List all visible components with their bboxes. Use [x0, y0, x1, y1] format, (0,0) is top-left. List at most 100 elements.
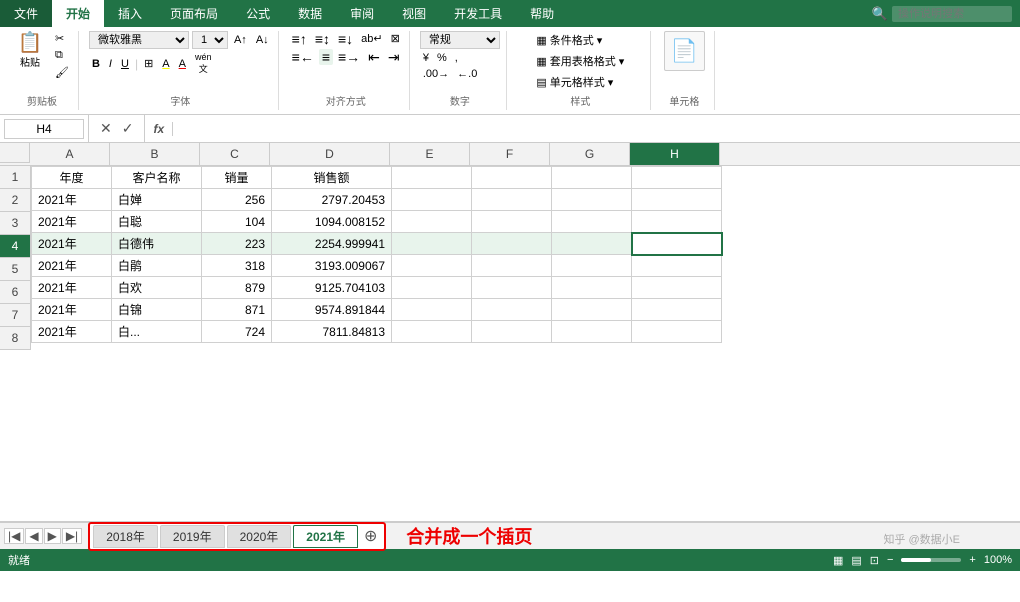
- tab-layout[interactable]: 页面布局: [156, 0, 232, 27]
- row-header-1[interactable]: 1: [0, 166, 30, 189]
- cell-C7[interactable]: 871: [202, 299, 272, 321]
- cell-C6[interactable]: 879: [202, 277, 272, 299]
- sheet-nav-prev[interactable]: ◀: [25, 528, 42, 544]
- cell-G3[interactable]: [552, 211, 632, 233]
- cell-D8[interactable]: 7811.84813: [272, 321, 392, 343]
- sheet-tab-2020[interactable]: 2020年: [227, 525, 292, 548]
- align-bottom-button[interactable]: ≡↓: [335, 31, 356, 47]
- font-name-select[interactable]: 微软雅黑: [89, 31, 189, 49]
- cell-G4[interactable]: [552, 233, 632, 255]
- cut-button[interactable]: ✂: [52, 31, 72, 46]
- cell-A6[interactable]: 2021年: [32, 277, 112, 299]
- cell-D5[interactable]: 3193.009067: [272, 255, 392, 277]
- cell-C4[interactable]: 223: [202, 233, 272, 255]
- view-normal-icon[interactable]: ▦: [833, 554, 843, 567]
- tab-file[interactable]: 文件: [0, 0, 52, 27]
- border-button[interactable]: ⊞: [141, 56, 156, 71]
- cell-E6[interactable]: [392, 277, 472, 299]
- cell-A5[interactable]: 2021年: [32, 255, 112, 277]
- wen-button[interactable]: wén文: [192, 51, 215, 76]
- row-header-7[interactable]: 7: [0, 304, 30, 327]
- cell-A7[interactable]: 2021年: [32, 299, 112, 321]
- cell-F8[interactable]: [472, 321, 552, 343]
- cell-D6[interactable]: 9125.704103: [272, 277, 392, 299]
- tab-view[interactable]: 视图: [388, 0, 440, 27]
- cell-G5[interactable]: [552, 255, 632, 277]
- underline-button[interactable]: U: [118, 57, 132, 71]
- cell-A8[interactable]: 2021年: [32, 321, 112, 343]
- tab-help[interactable]: 帮助: [516, 0, 568, 27]
- cell-B1[interactable]: 客户名称: [112, 167, 202, 189]
- cell-button[interactable]: 📄: [664, 31, 705, 71]
- cell-C1[interactable]: 销量: [202, 167, 272, 189]
- col-header-B[interactable]: B: [110, 143, 200, 165]
- number-format-select[interactable]: 常规: [420, 31, 500, 49]
- cell-C2[interactable]: 256: [202, 189, 272, 211]
- cell-G8[interactable]: [552, 321, 632, 343]
- wrap-text-button[interactable]: ab↵: [358, 31, 385, 47]
- conditional-format-button[interactable]: ▦ 条件格式 ▾: [533, 31, 627, 49]
- align-center-button[interactable]: ≡: [319, 49, 333, 65]
- view-layout-icon[interactable]: ▤: [851, 554, 861, 567]
- tab-review[interactable]: 审阅: [336, 0, 388, 27]
- cell-H4[interactable]: [632, 233, 722, 255]
- copy-button[interactable]: ⧉: [52, 48, 72, 63]
- cancel-formula-icon[interactable]: ✕: [97, 119, 115, 138]
- cell-G1[interactable]: [552, 167, 632, 189]
- increase-decimal-button[interactable]: .00→: [420, 67, 452, 81]
- confirm-formula-icon[interactable]: ✓: [119, 119, 137, 138]
- cell-D2[interactable]: 2797.20453: [272, 189, 392, 211]
- cell-H5[interactable]: [632, 255, 722, 277]
- row-header-2[interactable]: 2: [0, 189, 30, 212]
- indent-increase-button[interactable]: ⇥: [385, 49, 403, 65]
- align-left-button[interactable]: ≡←: [289, 49, 317, 65]
- col-header-G[interactable]: G: [550, 143, 630, 165]
- align-top-button[interactable]: ≡↑: [289, 31, 310, 47]
- cell-B5[interactable]: 白鹃: [112, 255, 202, 277]
- cell-H6[interactable]: [632, 277, 722, 299]
- tab-insert[interactable]: 插入: [104, 0, 156, 27]
- cell-B8[interactable]: 白...: [112, 321, 202, 343]
- cell-C5[interactable]: 318: [202, 255, 272, 277]
- italic-button[interactable]: I: [106, 57, 115, 71]
- decrease-decimal-button[interactable]: ←.0: [454, 67, 480, 81]
- sheet-nav-next[interactable]: ▶: [44, 528, 61, 544]
- view-page-icon[interactable]: ⊡: [870, 554, 879, 567]
- cell-C8[interactable]: 724: [202, 321, 272, 343]
- cell-D7[interactable]: 9574.891844: [272, 299, 392, 321]
- currency-button[interactable]: ¥: [420, 51, 432, 65]
- fill-color-button[interactable]: A: [159, 57, 172, 71]
- cell-E1[interactable]: [392, 167, 472, 189]
- cell-B7[interactable]: 白锦: [112, 299, 202, 321]
- row-header-3[interactable]: 3: [0, 212, 30, 235]
- font-size-select[interactable]: 11: [192, 31, 228, 49]
- merge-button[interactable]: ⊠: [388, 31, 403, 47]
- zoom-slider[interactable]: [901, 558, 961, 562]
- cell-F2[interactable]: [472, 189, 552, 211]
- cell-E2[interactable]: [392, 189, 472, 211]
- cell-B6[interactable]: 白欢: [112, 277, 202, 299]
- row-header-4[interactable]: 4: [0, 235, 30, 258]
- search-input[interactable]: [892, 6, 1012, 22]
- indent-decrease-button[interactable]: ⇤: [365, 49, 383, 65]
- cell-B2[interactable]: 白婵: [112, 189, 202, 211]
- sheet-nav-last[interactable]: ▶|: [62, 528, 82, 544]
- cell-F6[interactable]: [472, 277, 552, 299]
- cell-F7[interactable]: [472, 299, 552, 321]
- cell-H8[interactable]: [632, 321, 722, 343]
- tab-data[interactable]: 数据: [284, 0, 336, 27]
- row-header-5[interactable]: 5: [0, 258, 30, 281]
- thousands-button[interactable]: ,: [452, 51, 461, 65]
- cell-B4[interactable]: 白德伟: [112, 233, 202, 255]
- tab-developer[interactable]: 开发工具: [440, 0, 516, 27]
- cell-E5[interactable]: [392, 255, 472, 277]
- align-middle-button[interactable]: ≡↕: [312, 31, 333, 47]
- cell-E4[interactable]: [392, 233, 472, 255]
- cell-H3[interactable]: [632, 211, 722, 233]
- cell-D1[interactable]: 销售额: [272, 167, 392, 189]
- format-painter-button[interactable]: 🖌: [52, 65, 72, 80]
- decrease-font-button[interactable]: A↓: [253, 33, 272, 47]
- cell-G7[interactable]: [552, 299, 632, 321]
- percent-button[interactable]: %: [434, 51, 450, 65]
- cell-H1[interactable]: [632, 167, 722, 189]
